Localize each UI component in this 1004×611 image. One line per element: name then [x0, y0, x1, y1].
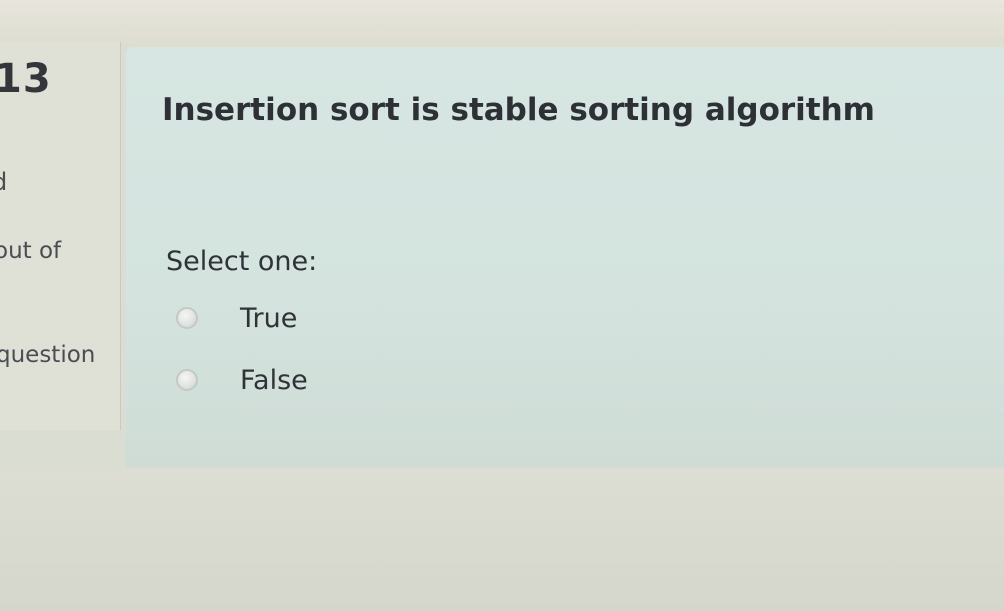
- option-true-label[interactable]: True: [240, 303, 297, 334]
- radio-false[interactable]: [176, 369, 198, 391]
- select-one-prompt: Select one:: [166, 246, 318, 277]
- radio-true[interactable]: [176, 307, 198, 329]
- question-number: 13: [0, 56, 52, 102]
- top-strip: [0, 0, 1004, 50]
- option-false-label[interactable]: False: [240, 365, 308, 396]
- page-background: [0, 470, 1004, 611]
- option-true[interactable]: True: [176, 298, 297, 338]
- option-false[interactable]: False: [176, 360, 308, 400]
- question-marks-fragment: out of: [0, 238, 62, 264]
- question-text: Insertion sort is stable sorting algorit…: [162, 92, 875, 128]
- flag-question-fragment[interactable]: question: [0, 342, 95, 368]
- question-status-fragment: d: [0, 168, 7, 196]
